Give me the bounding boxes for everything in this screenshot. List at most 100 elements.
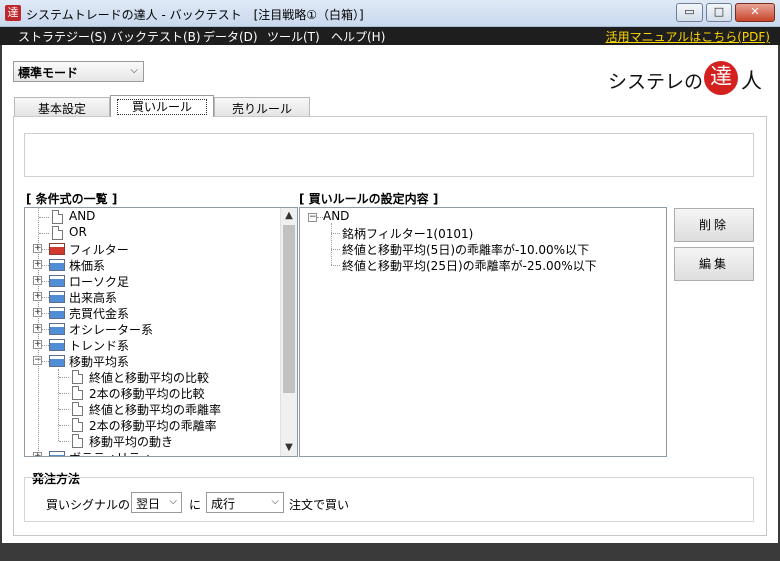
tree-item-label: 移動平均の動き [89, 435, 174, 449]
tree-item-label: 終値と移動平均の比較 [89, 371, 210, 385]
tree-line [39, 233, 49, 234]
order-suffix: 注文で買い [289, 498, 350, 512]
logo: システレの 達 人 [608, 60, 768, 96]
window-title: システムトレードの達人 - バックテスト [注目戦略①（白箱）] [26, 8, 364, 22]
document-icon [52, 226, 63, 240]
tree-item-label: ローソク足 [69, 275, 130, 289]
tree-item-label: 売買代金系 [69, 307, 130, 321]
menu-help[interactable]: ヘルプ(H) [331, 28, 385, 45]
scroll-thumb[interactable] [283, 225, 295, 393]
tree-line [59, 409, 69, 410]
menu-strategy[interactable]: ストラテジー(S) [18, 28, 107, 45]
delete-button[interactable]: 削除 [674, 208, 754, 242]
tree-item[interactable]: + ローソク足 [25, 273, 280, 289]
mode-select[interactable]: 標準モード ⌵ [13, 61, 144, 82]
order-mid: に [189, 498, 202, 512]
close-button[interactable]: ✕ [735, 3, 775, 22]
document-icon [52, 210, 63, 224]
tree-item[interactable]: 2本の移動平均の比較 [25, 385, 280, 401]
minimize-icon: ▭ [684, 5, 695, 18]
rule-item[interactable]: 銘柄フィルター1(0101) [342, 225, 473, 241]
order-timing-value: 翌日 [136, 497, 161, 511]
tree-item-label: 移動平均系 [69, 355, 130, 369]
maximize-button[interactable]: □ [706, 3, 732, 22]
tree-item[interactable]: + 株価系 [25, 257, 280, 273]
tree-line [331, 233, 340, 234]
menu-tools[interactable]: ツール(T) [267, 28, 320, 45]
tab-label: 買いルール [116, 99, 207, 115]
document-icon [72, 418, 83, 432]
buy-rule-label: [ 買いルールの設定内容 ] [299, 192, 439, 206]
tree-item-label: 出来高系 [69, 291, 118, 305]
status-bar [0, 543, 780, 561]
tab-label: 基本設定 [37, 102, 86, 116]
edit-button[interactable]: 編集 [674, 247, 754, 281]
folder-icon [49, 307, 65, 319]
rule-item[interactable]: 終値と移動平均(5日)の乖離率が-10.00%以下 [342, 241, 589, 257]
chevron-down-icon: ⌵ [169, 496, 177, 507]
tab-sell-rule[interactable]: 売りルール [214, 97, 310, 116]
tree-item-label: OR [69, 225, 87, 239]
order-timing-select[interactable]: 翌日 ⌵ [131, 492, 182, 513]
condition-list-label: [ 条件式の一覧 ] [26, 192, 118, 206]
condition-tree[interactable]: AND OR + フィルター + 株価系 + ローソク足 + 出来高系 + 売買代金系 + オシレーター系… [24, 207, 298, 457]
tree-item[interactable]: 移動平均の動き [25, 433, 280, 449]
tree-item[interactable]: +ボラティリティ [25, 449, 280, 456]
tree-item[interactable]: AND [25, 209, 280, 225]
folder-icon [49, 451, 65, 456]
tree-line [331, 249, 340, 250]
document-icon [72, 434, 83, 448]
tree-line [59, 441, 69, 442]
logo-text: システレの [608, 71, 704, 93]
rule-item[interactable]: 終値と移動平均(25日)の乖離率が-25.00%以下 [342, 257, 597, 273]
menu-backtest[interactable]: バックテスト(B) [111, 28, 201, 45]
logo-end: 人 [741, 69, 762, 93]
tree-line [58, 369, 59, 441]
folder-icon [49, 243, 65, 255]
tab-basic-settings[interactable]: 基本設定 [14, 97, 110, 116]
tree-item[interactable]: + フィルター [25, 241, 280, 257]
tree-item[interactable]: − 移動平均系 [25, 353, 280, 369]
tree-item[interactable]: + トレンド系 [25, 337, 280, 353]
rule-root[interactable]: AND [323, 209, 349, 225]
order-method-select[interactable]: 成行 ⌵ [206, 492, 284, 513]
tree-line [331, 223, 332, 265]
menu-bar: ストラテジー(S) バックテスト(B) データ(D) ツール(T) ヘルプ(H)… [0, 27, 780, 45]
tree-item[interactable]: OR [25, 225, 280, 241]
order-method-value: 成行 [211, 497, 236, 511]
tree-item-label: AND [69, 209, 96, 223]
tree-item[interactable]: 終値と移動平均の乖離率 [25, 401, 280, 417]
minimize-button[interactable]: ▭ [676, 3, 703, 22]
tree-line [59, 377, 69, 378]
scroll-up-icon[interactable]: ▲ [281, 208, 297, 224]
document-icon [72, 370, 83, 384]
tree-line [39, 217, 49, 218]
menu-data[interactable]: データ(D) [203, 28, 258, 45]
tree-item[interactable]: 終値と移動平均の比較 [25, 369, 280, 385]
scrollbar[interactable]: ▲ ▼ [280, 208, 297, 456]
tree-item[interactable]: + オシレーター系 [25, 321, 280, 337]
collapse-icon[interactable]: − [308, 213, 317, 222]
window-border-left [0, 45, 2, 543]
tree-item-label: トレンド系 [69, 339, 130, 353]
document-icon [72, 402, 83, 416]
folder-icon [49, 323, 65, 335]
tree-item-label: 終値と移動平均の乖離率 [89, 403, 222, 417]
tab-buy-rule[interactable]: 買いルール [110, 95, 214, 117]
tree-item[interactable]: 2本の移動平均の乖離率 [25, 417, 280, 433]
folder-icon [49, 355, 65, 367]
scroll-down-icon[interactable]: ▼ [281, 440, 297, 456]
tree-item[interactable]: + 売買代金系 [25, 305, 280, 321]
folder-icon [49, 275, 65, 287]
tree-item-label: 株価系 [69, 259, 106, 273]
tree-item-label: 2本の移動平均の乖離率 [89, 419, 217, 433]
buy-rule-tree[interactable]: − AND 銘柄フィルター1(0101) 終値と移動平均(5日)の乖離率が-10… [299, 207, 667, 457]
tree-line [331, 265, 340, 266]
manual-link[interactable]: 活用マニュアルはこちら(PDF) [606, 28, 770, 45]
tree-item-label: 2本の移動平均の比較 [89, 387, 205, 401]
description-box[interactable] [24, 133, 754, 177]
tree-line [59, 425, 69, 426]
folder-icon [49, 339, 65, 351]
tree-item[interactable]: + 出来高系 [25, 289, 280, 305]
close-icon: ✕ [750, 5, 760, 18]
